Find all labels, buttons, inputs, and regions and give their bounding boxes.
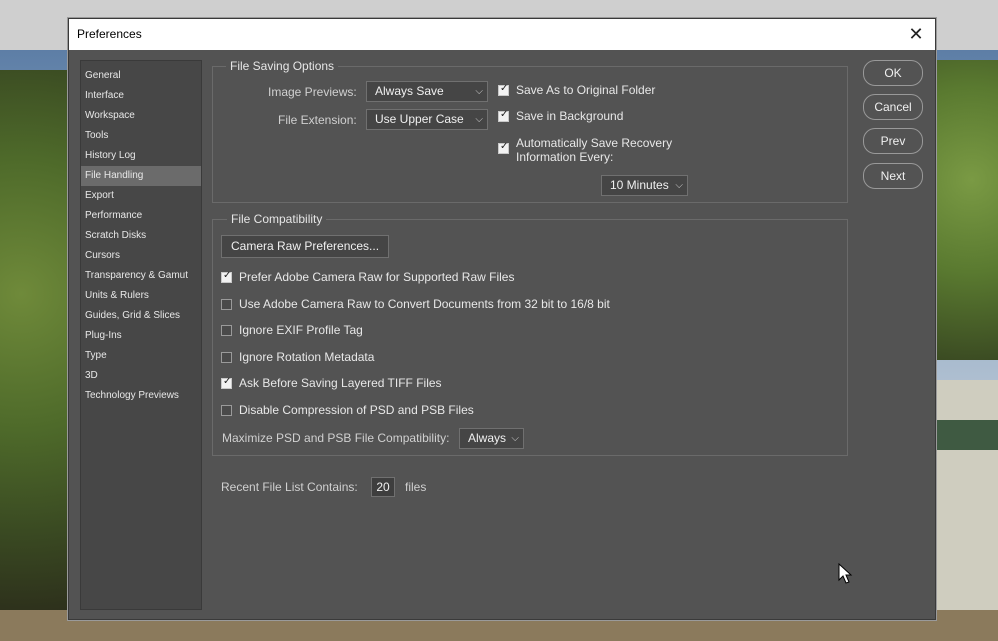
ask-layered-tiff-checkbox[interactable]: ✓ [221,376,232,389]
checkmark-icon: ✓ [223,270,232,281]
background-tree-left [0,70,70,630]
ignore-exif-checkbox[interactable] [221,325,232,336]
sidebar-item-3d[interactable]: 3D [81,366,201,386]
save-original-folder-checkbox[interactable]: ✓ [498,83,509,96]
sidebar-item-export[interactable]: Export [81,186,201,206]
sidebar-item-workspace[interactable]: Workspace [81,106,201,126]
checkmark-icon: ✓ [223,376,232,387]
recent-files-label: Recent File List Contains: [221,480,358,494]
chevron-down-icon: ⌵ [675,180,683,191]
ignore-exif-label: Ignore EXIF Profile Tag [239,323,363,337]
save-background-label: Save in Background [516,109,624,123]
preferences-sidebar: General Interface Workspace Tools Histor… [80,60,202,610]
sidebar-item-file-handling[interactable]: File Handling [81,166,201,186]
sidebar-item-general[interactable]: General [81,66,201,86]
sidebar-item-performance[interactable]: Performance [81,206,201,226]
auto-save-interval-select[interactable]: 10 Minutes ⌵ [601,175,688,196]
sidebar-item-technology-previews[interactable]: Technology Previews [81,386,201,406]
window-title: Preferences [77,27,142,41]
preferences-dialog: Preferences ✕ General Interface Workspac… [68,18,936,620]
image-previews-label: Image Previews: [268,85,357,99]
sidebar-item-units-rulers[interactable]: Units & Rulers [81,286,201,306]
image-previews-select[interactable]: Always Save ⌵ [366,81,488,102]
maximize-compat-label: Maximize PSD and PSB File Compatibility: [222,431,450,445]
sidebar-item-plug-ins[interactable]: Plug-Ins [81,326,201,346]
recent-files-suffix: files [405,480,427,494]
close-icon[interactable]: ✕ [905,23,927,45]
prefer-camera-raw-label: Prefer Adobe Camera Raw for Supported Ra… [239,270,515,284]
mouse-pointer-icon [838,563,853,584]
background-tree-right [932,60,998,360]
ok-button[interactable]: OK [863,60,923,86]
cancel-button[interactable]: Cancel [863,94,923,120]
maximize-compat-select[interactable]: Always ⌵ [459,428,524,449]
background-house [932,380,998,610]
checkmark-icon: ✓ [500,141,509,152]
chevron-down-icon: ⌵ [511,433,519,444]
sidebar-item-tools[interactable]: Tools [81,126,201,146]
disable-compression-label: Disable Compression of PSD and PSB Files [239,403,474,417]
file-compat-title: File Compatibility [227,212,327,226]
image-previews-value: Always Save [375,84,444,98]
camera-raw-preferences-button[interactable]: Camera Raw Preferences... [221,235,390,258]
recent-files-count-input[interactable]: 20 [371,477,395,497]
prev-button[interactable]: Prev [863,128,923,154]
sidebar-item-cursors[interactable]: Cursors [81,246,201,266]
background-roof [932,420,998,450]
save-background-checkbox[interactable]: ✓ [498,109,509,122]
file-extension-label: File Extension: [278,113,357,127]
sidebar-item-type[interactable]: Type [81,346,201,366]
sidebar-item-transparency-gamut[interactable]: Transparency & Gamut [81,266,201,286]
auto-save-label-line2: Information Every: [516,150,614,164]
sidebar-item-scratch-disks[interactable]: Scratch Disks [81,226,201,246]
disable-compression-checkbox[interactable] [221,405,232,416]
file-saving-title: File Saving Options [226,59,339,73]
checkmark-icon: ✓ [500,83,509,94]
file-extension-select[interactable]: Use Upper Case ⌵ [366,109,488,130]
title-bar: Preferences ✕ [69,19,935,50]
convert-32bit-checkbox[interactable] [221,299,232,310]
chevron-down-icon: ⌵ [475,86,483,97]
ignore-rotation-checkbox[interactable] [221,352,232,363]
maximize-compat-value: Always [468,431,507,445]
auto-save-checkbox[interactable]: ✓ [498,141,509,154]
sidebar-item-history-log[interactable]: History Log [81,146,201,166]
auto-save-label-line1: Automatically Save Recovery [516,136,673,150]
sidebar-item-interface[interactable]: Interface [81,86,201,106]
next-button[interactable]: Next [863,163,923,189]
chevron-down-icon: ⌵ [475,114,483,125]
ask-layered-tiff-label: Ask Before Saving Layered TIFF Files [239,376,442,390]
file-extension-value: Use Upper Case [375,112,464,126]
ignore-rotation-label: Ignore Rotation Metadata [239,350,375,364]
prefer-camera-raw-checkbox[interactable]: ✓ [221,270,232,283]
convert-32bit-label: Use Adobe Camera Raw to Convert Document… [239,297,610,311]
checkmark-icon: ✓ [500,109,509,120]
sidebar-item-guides-grid-slices[interactable]: Guides, Grid & Slices [81,306,201,326]
save-original-folder-label: Save As to Original Folder [516,83,656,97]
auto-save-interval-value: 10 Minutes [610,178,669,192]
